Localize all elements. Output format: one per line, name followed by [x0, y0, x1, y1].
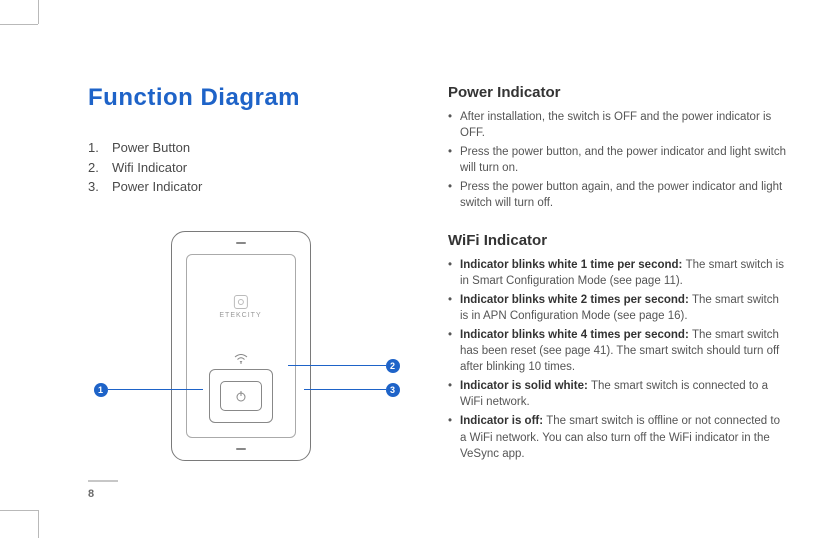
item-text: Press the power button again, and the po…	[460, 181, 782, 209]
callout-badge-2: 2	[386, 359, 400, 373]
legend-list: 1. Power Button 2. Wifi Indicator 3. Pow…	[88, 138, 403, 197]
item-text: After installation, the switch is OFF an…	[460, 111, 771, 139]
callout-badge-3: 3	[386, 383, 400, 397]
item-bold: Indicator is solid white:	[460, 380, 591, 392]
brand-label: ETEKCITY	[219, 295, 261, 319]
list-item: Indicator blinks white 1 time per second…	[448, 257, 788, 289]
item-bold: Indicator blinks white 4 times per secon…	[460, 329, 692, 341]
crop-mark	[0, 510, 38, 511]
section-heading: WiFi Indicator	[448, 232, 788, 249]
callout-line	[108, 389, 203, 390]
crop-mark	[0, 24, 38, 25]
list-item: Indicator blinks white 2 times per secon…	[448, 292, 788, 324]
item-bold: Indicator is off:	[460, 415, 546, 427]
legend-text: Wifi Indicator	[112, 158, 187, 178]
callout-line	[304, 389, 386, 390]
legend-num: 3.	[88, 177, 112, 197]
legend-text: Power Button	[112, 138, 190, 158]
item-bold: Indicator blinks white 1 time per second…	[460, 259, 686, 271]
left-column: Function Diagram 1. Power Button 2. Wifi…	[88, 84, 428, 484]
screw-icon	[236, 242, 246, 244]
wifi-icon	[234, 354, 248, 367]
legend-num: 1.	[88, 138, 112, 158]
legend-item: 1. Power Button	[88, 138, 403, 158]
crop-mark	[38, 510, 39, 538]
item-bold: Indicator blinks white 2 times per secon…	[460, 294, 692, 306]
legend-item: 2. Wifi Indicator	[88, 158, 403, 178]
section-list: After installation, the switch is OFF an…	[448, 109, 788, 212]
crop-mark	[38, 0, 39, 24]
list-item: After installation, the switch is OFF an…	[448, 109, 788, 141]
section-heading: Power Indicator	[448, 84, 788, 101]
brand-text: ETEKCITY	[219, 312, 261, 319]
callout-line	[288, 365, 386, 366]
legend-text: Power Indicator	[112, 177, 202, 197]
switch-inner: ETEKCITY	[186, 254, 296, 438]
button-frame	[209, 369, 273, 423]
list-item: Press the power button again, and the po…	[448, 179, 788, 211]
list-item: Press the power button, and the power in…	[448, 144, 788, 176]
legend-item: 3. Power Indicator	[88, 177, 403, 197]
device-diagram: ETEKCITY 1 2 3	[96, 221, 396, 461]
screw-icon	[236, 448, 246, 450]
switch-plate: ETEKCITY	[171, 231, 311, 461]
section-list: Indicator blinks white 1 time per second…	[448, 257, 788, 462]
brand-icon	[233, 295, 247, 309]
callout-badge-1: 1	[94, 383, 108, 397]
page-title: Function Diagram	[88, 84, 403, 112]
power-button	[220, 381, 262, 411]
right-column: Power Indicator After installation, the …	[428, 84, 788, 484]
list-item: Indicator blinks white 4 times per secon…	[448, 327, 788, 375]
list-item: Indicator is solid white: The smart swit…	[448, 378, 788, 410]
page-number: 8	[88, 480, 118, 500]
legend-num: 2.	[88, 158, 112, 178]
page: Function Diagram 1. Power Button 2. Wifi…	[38, 24, 838, 514]
list-item: Indicator is off: The smart switch is of…	[448, 413, 788, 461]
item-text: Press the power button, and the power in…	[460, 146, 786, 174]
